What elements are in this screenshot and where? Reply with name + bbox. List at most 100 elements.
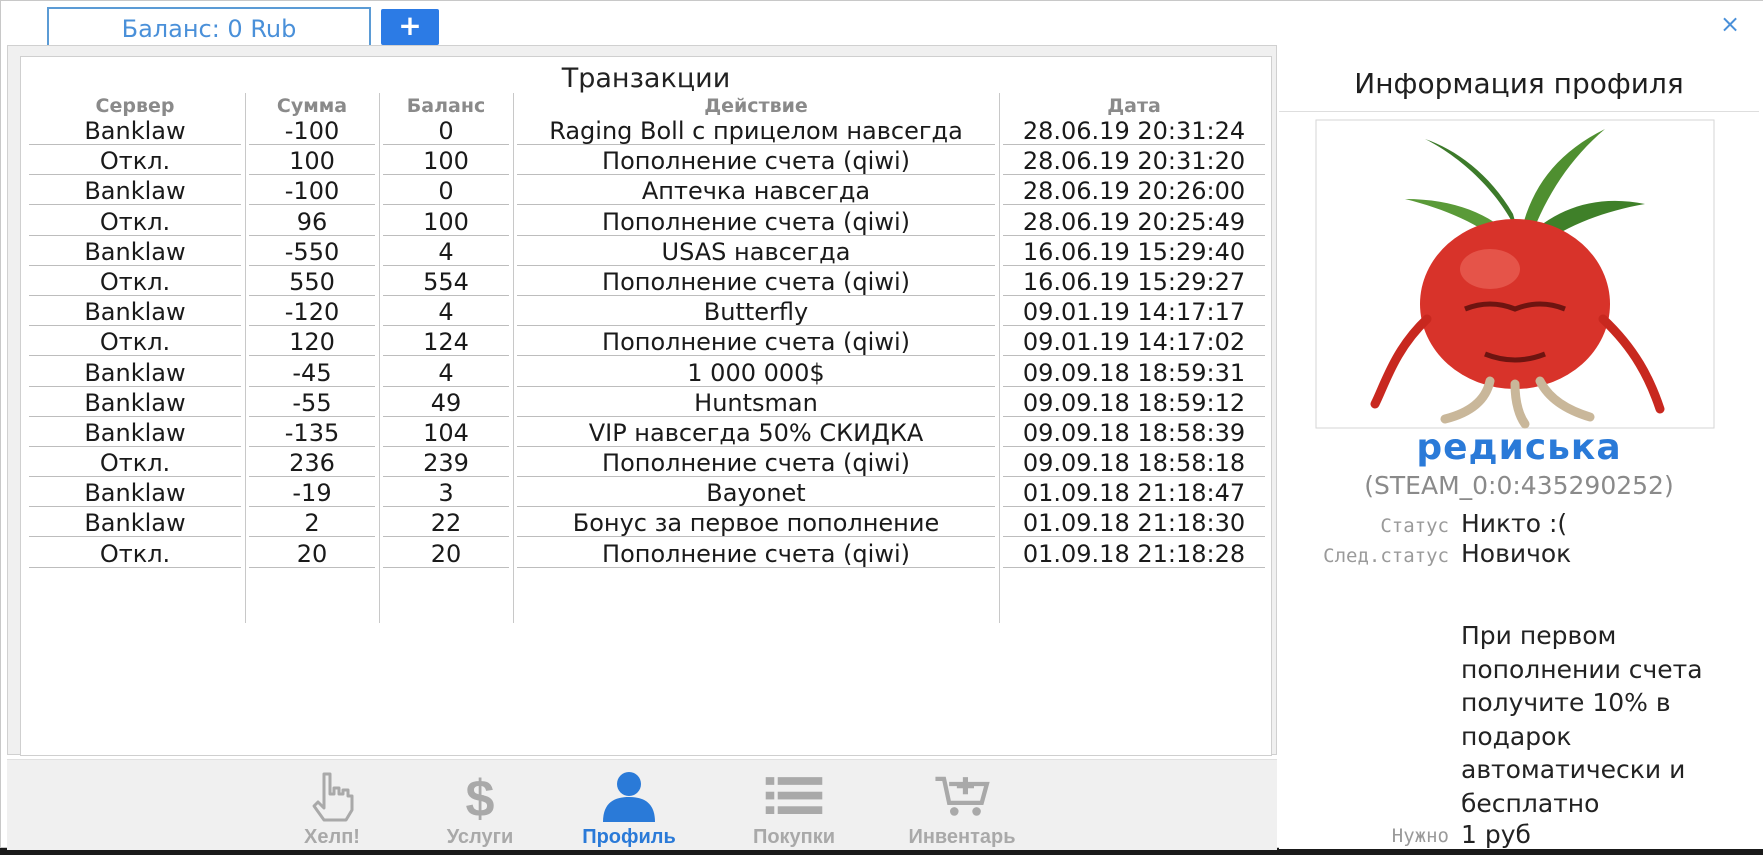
cell-balance: 20	[383, 540, 509, 568]
cell-action: Пополнение счета (qiwi)	[517, 147, 995, 176]
cell-balance: 104	[383, 419, 509, 447]
table-row: Banklaw -45 4 1 000 000$ 09.09.18 18:59:31	[21, 359, 1271, 389]
cell-sum: 20	[249, 540, 375, 568]
column-header-sum: Сумма	[276, 95, 348, 117]
nav-label: Хелп!	[304, 826, 360, 848]
nav-label: Услуги	[446, 826, 514, 848]
cell-date: 09.09.18 18:58:18	[1003, 449, 1265, 478]
nav-help[interactable]: Хелп!	[257, 770, 407, 850]
table-row: Откл. 236 239 Пополнение счета (qiwi) 09.09.…	[21, 449, 1271, 479]
column-header-server: Сервер	[95, 95, 175, 117]
table-row: Banklaw -100 0 Аптечка навсегда 28.06.19 20:…	[21, 177, 1271, 207]
column-header-date: Дата	[1107, 95, 1161, 117]
column-header-action: Действие	[704, 95, 808, 117]
transactions-panel: Транзакции Сервер Сумма Баланс Действие …	[7, 45, 1277, 756]
table-header: Сервер Сумма Баланс Действие Дата	[21, 89, 1271, 117]
nav-inventory[interactable]: Инвентарь	[877, 770, 1047, 850]
cell-sum: -550	[249, 238, 375, 266]
cell-balance: 0	[383, 117, 509, 145]
cell-action: Бонус за первое пополнение	[517, 509, 995, 538]
table-row: Откл. 120 124 Пополнение счета (qiwi) 09.01.…	[21, 328, 1271, 358]
table-row: Banklaw -55 49 Huntsman 09.09.18 18:59:12	[21, 389, 1271, 419]
table-body: Banklaw -100 0 Raging Boll с прицелом навсе…	[21, 117, 1271, 570]
cell-server: Откл.	[29, 147, 241, 176]
table-row: Откл. 100 100 Пополнение счета (qiwi) 28.06.…	[21, 147, 1271, 177]
cell-action: Аптечка навсегда	[517, 177, 995, 206]
cell-balance: 554	[383, 268, 509, 296]
cell-server: Banklaw	[29, 177, 241, 206]
cell-sum: -19	[249, 479, 375, 508]
cell-balance: 4	[383, 238, 509, 266]
cell-sum: -55	[249, 389, 375, 417]
cell-sum: 236	[249, 449, 375, 478]
bottom-nav: Хелп! $ Услуги Профиль Покупки Инвентарь	[7, 759, 1277, 850]
cell-sum: -100	[249, 117, 375, 145]
table-row: Banklaw -135 104 VIP навсегда 50% СКИДКА 09.…	[21, 419, 1271, 449]
table-row: Banklaw -100 0 Raging Boll с прицелом навсе…	[21, 117, 1271, 147]
bonus-text: При первом пополнении счета получите 10%…	[1461, 621, 1703, 818]
table-row: Откл. 550 554 Пополнение счета (qiwi) 16.06.…	[21, 268, 1271, 298]
cell-sum: -135	[249, 419, 375, 447]
divider	[1279, 111, 1759, 112]
cell-action: 1 000 000$	[517, 359, 995, 387]
nav-profile[interactable]: Профиль	[554, 770, 704, 850]
cell-date: 28.06.19 20:26:00	[1003, 177, 1265, 206]
cell-action: Пополнение счета (qiwi)	[517, 449, 995, 478]
cell-date: 16.06.19 15:29:27	[1003, 268, 1265, 296]
profile-title: Информация профиля	[1354, 67, 1684, 100]
cell-balance: 49	[383, 389, 509, 417]
cell-sum: 2	[249, 509, 375, 538]
cell-balance: 100	[383, 208, 509, 236]
balance-tab[interactable]: Баланс: 0 Rub	[47, 7, 371, 47]
cell-action: Пополнение счета (qiwi)	[517, 328, 995, 357]
cell-action: Bayonet	[517, 479, 995, 508]
cell-server: Banklaw	[29, 419, 241, 447]
nav-purchases[interactable]: Покупки	[719, 770, 869, 850]
avatar	[1315, 119, 1715, 429]
cell-sum: -100	[249, 177, 375, 206]
cell-date: 09.09.18 18:59:12	[1003, 389, 1265, 417]
table-row: Banklaw 2 22 Бонус за первое пополнение 01.0…	[21, 509, 1271, 539]
column-header-balance: Баланс	[406, 95, 486, 117]
transactions-table: Транзакции Сервер Сумма Баланс Действие …	[20, 56, 1272, 756]
nav-services[interactable]: $ Услуги	[405, 770, 555, 850]
cell-date: 01.09.18 21:18:28	[1003, 540, 1265, 568]
cell-balance: 3	[383, 479, 509, 508]
cell-date: 01.09.18 21:18:47	[1003, 479, 1265, 508]
table-row: Откл. 96 100 Пополнение счета (qiwi) 28.06.1…	[21, 208, 1271, 238]
table-row: Banklaw -120 4 Butterfly 09.01.19 14:17:17	[21, 298, 1271, 328]
cell-server: Banklaw	[29, 117, 241, 145]
cell-sum: 120	[249, 328, 375, 357]
profile-panel: Информация профиля редиська (STEAM_0:0:4…	[1279, 45, 1763, 849]
cell-server: Откл.	[29, 208, 241, 236]
table-row: Откл. 20 20 Пополнение счета (qiwi) 01.09.18…	[21, 540, 1271, 570]
cell-sum: 100	[249, 147, 375, 176]
cell-action: USAS навсегда	[517, 238, 995, 266]
cell-date: 09.09.18 18:58:39	[1003, 419, 1265, 447]
cell-date: 28.06.19 20:31:20	[1003, 147, 1265, 176]
cell-action: Пополнение счета (qiwi)	[517, 268, 995, 296]
cell-action: Butterfly	[517, 298, 995, 327]
user-icon	[603, 772, 655, 822]
username: редиська	[1416, 427, 1622, 468]
list-icon	[765, 777, 823, 814]
cell-server: Откл.	[29, 449, 241, 478]
cell-date: 16.06.19 15:29:40	[1003, 238, 1265, 266]
close-icon[interactable]: ×	[1715, 9, 1745, 39]
cell-server: Откл.	[29, 540, 241, 568]
cell-server: Banklaw	[29, 298, 241, 327]
nav-label: Профиль	[582, 826, 676, 848]
cell-date: 28.06.19 20:31:24	[1003, 117, 1265, 145]
shop-window: Баланс: 0 Rub + × Транзакции Сервер Сумм…	[0, 0, 1763, 850]
cell-date: 09.01.19 14:17:02	[1003, 328, 1265, 357]
cell-sum: -45	[249, 359, 375, 387]
cell-balance: 4	[383, 298, 509, 327]
hand-pointer-icon	[312, 772, 354, 822]
cell-action: VIP навсегда 50% СКИДКА	[517, 419, 995, 447]
need-label: Нужно	[1391, 825, 1449, 847]
cell-server: Banklaw	[29, 479, 241, 508]
cell-balance: 22	[383, 509, 509, 538]
cell-date: 28.06.19 20:25:49	[1003, 208, 1265, 236]
add-funds-button[interactable]: +	[381, 9, 439, 45]
cell-balance: 100	[383, 147, 509, 176]
